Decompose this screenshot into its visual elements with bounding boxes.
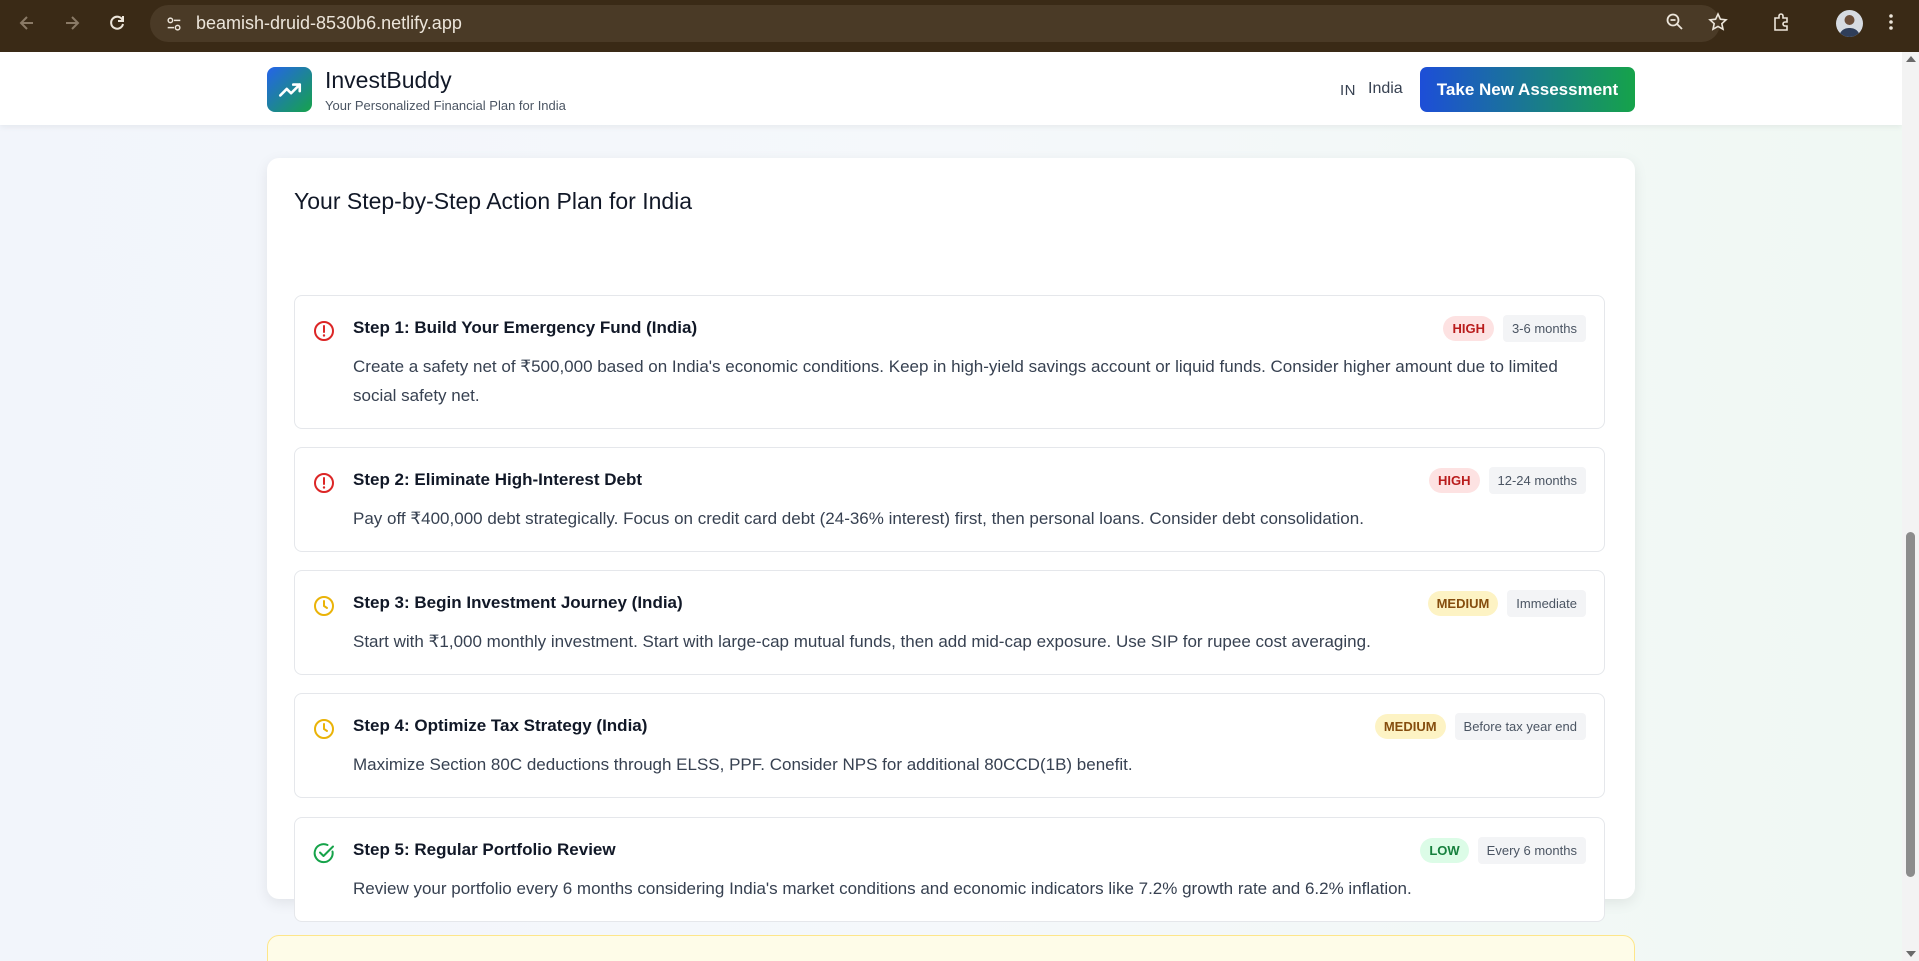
app-name: InvestBuddy [325, 67, 452, 93]
app-tagline: Your Personalized Financial Plan for Ind… [325, 98, 566, 113]
step-item: Step 5: Regular Portfolio Review LOW Eve… [294, 817, 1605, 922]
extensions-icon[interactable] [1771, 12, 1791, 32]
step-item: Step 4: Optimize Tax Strategy (India) ME… [294, 693, 1605, 798]
country-name: India [1368, 80, 1403, 97]
page-scrollbar[interactable] [1902, 52, 1919, 961]
step-item: Step 1: Build Your Emergency Fund (India… [294, 295, 1605, 429]
step-badges: MEDIUM Immediate [1427, 590, 1586, 617]
clock-icon [313, 595, 335, 617]
priority-badge: HIGH [1429, 468, 1480, 493]
step-title: Step 3: Begin Investment Journey (India) [353, 593, 683, 612]
timeframe-badge: Before tax year end [1454, 713, 1586, 740]
address-bar[interactable]: beamish-druid-8530b6.netlify.app [150, 5, 1720, 42]
forward-icon[interactable] [60, 11, 84, 35]
browser-toolbar: beamish-druid-8530b6.netlify.app [0, 0, 1919, 52]
clock-icon [313, 718, 335, 740]
step-badges: HIGH 3-6 months [1443, 315, 1586, 342]
step-description: Start with ₹1,000 monthly investment. St… [353, 632, 1371, 651]
next-section-card [267, 935, 1635, 961]
timeframe-badge: Immediate [1507, 590, 1586, 617]
trending-up-icon [267, 67, 312, 112]
scrollbar-thumb[interactable] [1906, 532, 1915, 877]
step-description: Create a safety net of ₹500,000 based on… [353, 357, 1558, 405]
step-title: Step 4: Optimize Tax Strategy (India) [353, 716, 648, 735]
scroll-down-arrow-icon[interactable] [1906, 951, 1916, 957]
scroll-up-arrow-icon[interactable] [1906, 56, 1916, 62]
step-description: Maximize Section 80C deductions through … [353, 755, 1133, 774]
step-title: Step 5: Regular Portfolio Review [353, 840, 616, 859]
step-badges: MEDIUM Before tax year end [1374, 713, 1586, 740]
priority-badge: HIGH [1443, 316, 1494, 341]
priority-badge: MEDIUM [1374, 714, 1446, 739]
page-title: Your Step-by-Step Action Plan for India [294, 188, 693, 214]
timeframe-badge: 3-6 months [1502, 315, 1586, 342]
country-code: IN [1340, 82, 1356, 99]
step-badges: LOW Every 6 months [1420, 837, 1586, 864]
check-circle-icon [313, 842, 335, 864]
priority-badge: MEDIUM [1427, 591, 1499, 616]
url-text[interactable]: beamish-druid-8530b6.netlify.app [196, 13, 462, 34]
step-description: Pay off ₹400,000 debt strategically. Foc… [353, 509, 1364, 528]
page-viewport: InvestBuddy Your Personalized Financial … [0, 52, 1902, 961]
step-description: Review your portfolio every 6 months con… [353, 879, 1412, 898]
profile-avatar[interactable] [1836, 10, 1863, 37]
step-title: Step 1: Build Your Emergency Fund (India… [353, 318, 698, 337]
action-plan-card: Your Step-by-Step Action Plan for India … [267, 158, 1635, 922]
step-badges: HIGH 12-24 months [1429, 467, 1586, 494]
step-title: Step 2: Eliminate High-Interest Debt [353, 470, 643, 489]
step-item: Step 2: Eliminate High-Interest Debt HIG… [294, 447, 1605, 552]
menu-dots-icon[interactable] [1888, 12, 1894, 32]
timeframe-badge: 12-24 months [1488, 467, 1586, 494]
timeframe-badge: Every 6 months [1477, 837, 1586, 864]
zoom-icon[interactable] [1665, 12, 1685, 32]
reload-icon[interactable] [105, 11, 129, 35]
bookmark-star-icon[interactable] [1708, 12, 1728, 32]
app-header: InvestBuddy Your Personalized Financial … [0, 52, 1902, 125]
back-icon[interactable] [15, 11, 39, 35]
alert-circle-icon [313, 320, 335, 342]
take-new-assessment-button[interactable]: Take New Assessment [1420, 67, 1635, 112]
step-item: Step 3: Begin Investment Journey (India)… [294, 570, 1605, 675]
priority-badge: LOW [1420, 838, 1469, 863]
site-info-icon[interactable] [164, 14, 184, 34]
alert-circle-icon [313, 472, 335, 494]
